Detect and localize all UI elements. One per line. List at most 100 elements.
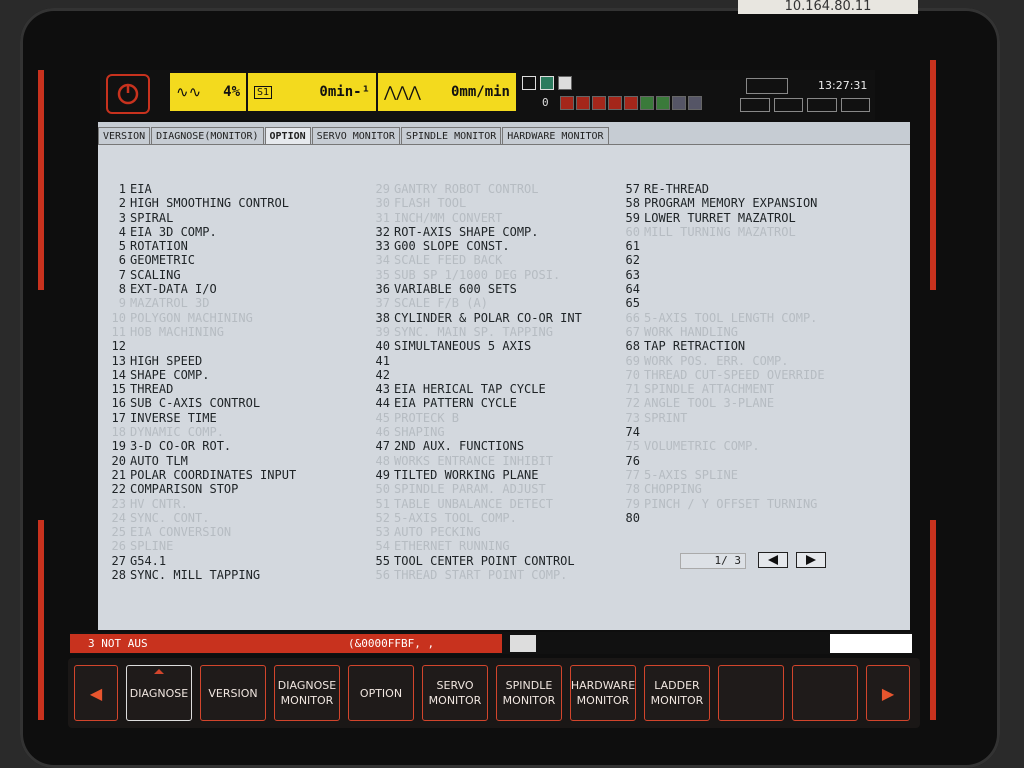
option-label: LOWER TURRET MAZATROL [644,210,796,225]
tab-servo-monitor[interactable]: SERVO MONITOR [311,127,400,144]
option-label: EIA 3D COMP. [130,224,217,239]
option-number: 35 [375,267,390,282]
option-item: 1 EIA [104,182,296,196]
softkey-diagnose-monitor[interactable]: DIAGNOSE MONITOR [274,665,340,721]
tab-option[interactable]: OPTION [264,127,311,144]
option-item: 77 5-AXIS SPLINE [618,468,825,482]
softkey-ladder-monitor[interactable]: LADDER MONITOR [644,665,710,721]
option-number: 5 [118,239,126,254]
option-label: INVERSE TIME [130,410,217,425]
mode-icon [558,76,572,90]
option-item: 60 MILL TURNING MAZATROL [618,225,825,239]
softkey-spindle-monitor[interactable]: SPINDLE MONITOR [496,665,562,721]
option-label: SUB C-AXIS CONTROL [130,396,261,411]
softkey-blank-9[interactable] [792,665,858,721]
zigzag-wave-icon: ⋀⋀⋀ [384,83,421,101]
option-number: 48 [375,453,390,468]
softkey-version[interactable]: VERSION [200,665,266,721]
option-item: 70 THREAD CUT-SPEED OVERRIDE [618,368,825,382]
option-label: RE-THREAD [644,182,710,196]
option-label: EIA HERICAL TAP CYCLE [394,382,546,397]
softkey-option[interactable]: OPTION [348,665,414,721]
option-number: 59 [625,210,640,225]
spindle-label: S1 [254,85,273,99]
option-item: 38 CYLINDER & POLAR CO-OR INT [368,311,582,325]
status-lamp [576,96,590,110]
option-label: CHOPPING [644,482,702,497]
option-number: 17 [111,410,126,425]
option-number: 76 [625,453,640,468]
option-label: SUB SP 1/1000 DEG POSI. [394,267,561,282]
softkey-next-button[interactable]: ▶ [866,665,910,721]
softkey-blank-8[interactable] [718,665,784,721]
feed-value: 0mm/min [450,84,510,100]
softkey-label: SPINDLE MONITOR [502,679,556,707]
tab-version[interactable]: VERSION [98,127,151,144]
option-item: 80 [618,511,825,525]
softkey-diagnose[interactable]: DIAGNOSE [126,665,192,721]
option-item: 67 WORK HANDLING [618,325,825,339]
next-page-button[interactable] [796,552,826,568]
option-item: 19 3-D CO-OR ROT. [104,439,296,453]
sine-wave-icon: ∿∿ [176,83,202,101]
option-label: 5-AXIS TOOL LENGTH COMP. [644,310,818,325]
option-number: 79 [625,496,640,511]
option-label: SHAPE COMP. [130,367,210,382]
option-label: ETHERNET RUNNING [394,539,510,554]
option-item: 31 INCH/MM CONVERT [368,211,582,225]
option-item: 28 SYNC. MILL TAPPING [104,568,296,582]
option-label: G54.1 [130,553,167,568]
softkey-prev-button[interactable]: ◀ [74,665,118,721]
option-item: 47 2ND AUX. FUNCTIONS [368,439,582,453]
softkey-servo-monitor[interactable]: SERVO MONITOR [422,665,488,721]
option-item: 13 HIGH SPEED [104,354,296,368]
gear-icon[interactable] [840,98,870,112]
option-number: 62 [625,253,640,268]
option-item: 49 TILTED WORKING PLANE [368,468,582,482]
option-label: AUTO TLM [130,453,188,468]
option-item: 39 SYNC. MAIN SP. TAPPING [368,325,582,339]
option-number: 4 [118,224,126,239]
tab-hardware-monitor[interactable]: HARDWARE MONITOR [502,127,609,144]
triangle-right-icon [806,555,816,565]
alarm-bar: 3 NOT AUS (&0000FFBF, , [70,632,912,654]
tab-spindle-monitor[interactable]: SPINDLE MONITOR [400,127,502,144]
option-label: 5-AXIS TOOL COMP. [394,510,517,525]
tab-bar: VERSION DIAGNOSE(MONITOR) OPTION SERVO M… [98,122,910,145]
option-item: 7 SCALING [104,268,296,282]
option-item: 54 ETHERNET RUNNING [368,539,582,553]
option-label: INCH/MM CONVERT [394,210,503,225]
option-label: PROGRAM MEMORY EXPANSION [644,196,818,211]
tool-icon[interactable] [740,98,770,112]
prev-page-button[interactable] [758,552,788,568]
option-number: 57 [625,182,640,196]
option-number: 15 [111,382,126,397]
option-label: WORKS ENTRANCE INHIBIT [394,453,553,468]
alarm-icon [510,635,536,652]
wrench-icon[interactable] [773,98,803,112]
option-number: 66 [625,310,640,325]
option-item: 41 [368,354,582,368]
option-label: SPINDLE ATTACHMENT [644,382,775,397]
option-item: 48 WORKS ENTRANCE INHIBIT [368,454,582,468]
option-number: 10 [111,310,126,325]
option-number: 7 [118,267,126,282]
option-item: 53 AUTO PECKING [368,525,582,539]
tab-diagnose-monitor[interactable]: DIAGNOSE(MONITOR) [151,127,264,144]
option-label: ROT-AXIS SHAPE COMP. [394,224,539,239]
option-number: 80 [625,510,640,525]
option-item: 44 EIA PATTERN CYCLE [368,396,582,410]
option-label: HIGH SPEED [130,353,203,368]
triangle-left-icon [768,555,778,565]
option-label: THREAD CUT-SPEED OVERRIDE [644,367,825,382]
option-label: 3-D CO-OR ROT. [130,439,232,454]
option-number: 55 [375,553,390,568]
eco-button[interactable] [106,74,150,114]
option-number: 58 [625,196,640,211]
softkey-hardware-monitor[interactable]: HARDWARE MONITOR [570,665,636,721]
option-item: 65 [618,296,825,310]
status-lamp [640,96,654,110]
option-label: SYNC. MILL TAPPING [130,568,261,583]
transfer-icon[interactable] [807,98,837,112]
input-area[interactable] [830,634,912,653]
